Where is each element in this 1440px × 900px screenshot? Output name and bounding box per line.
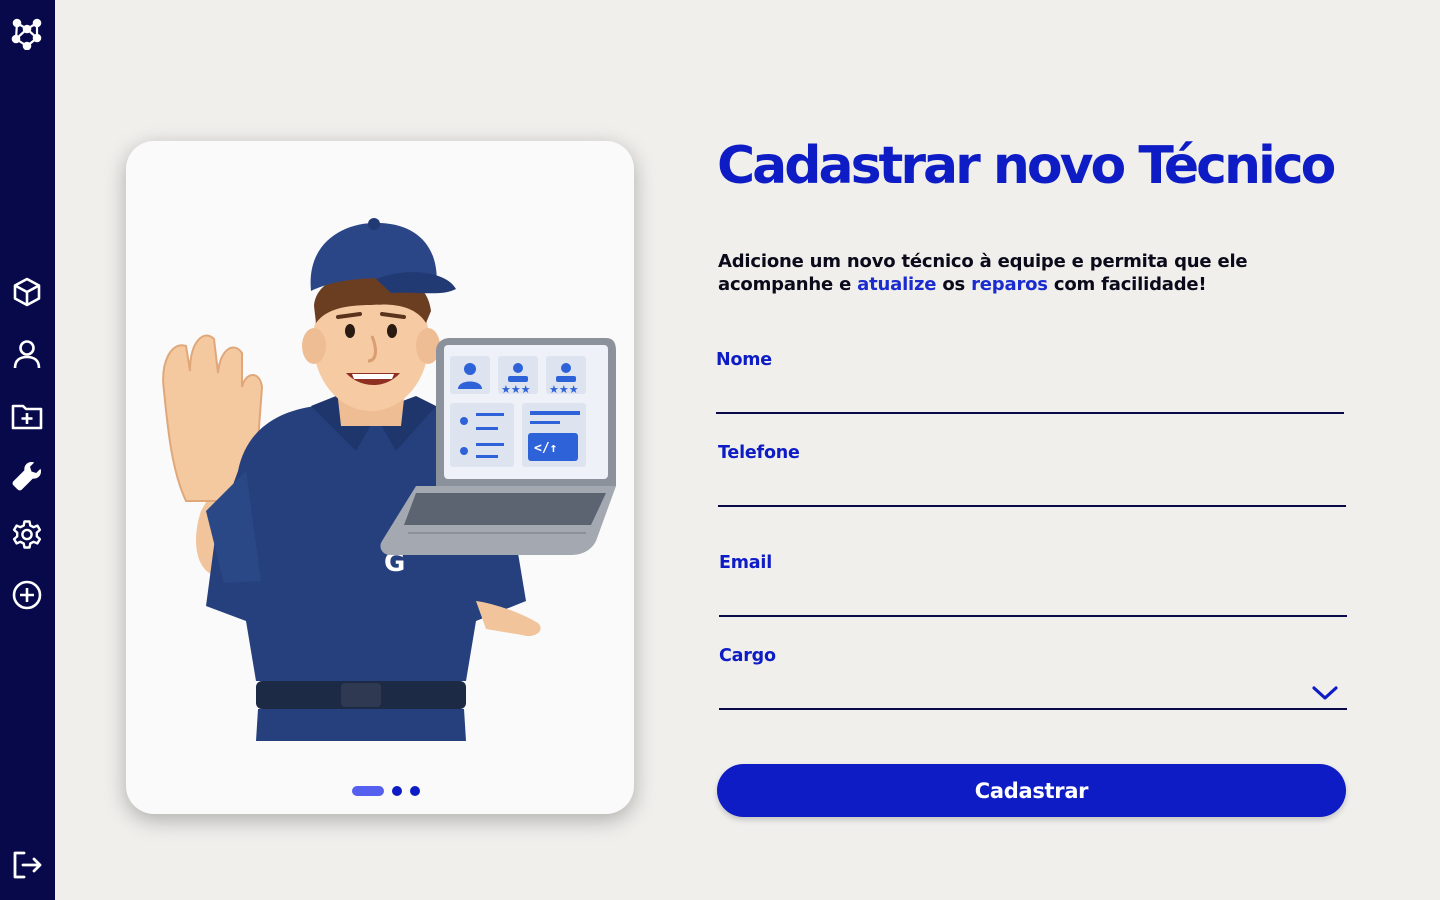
logout-icon[interactable] <box>8 846 46 884</box>
subtitle-highlight-reparos: reparos <box>971 274 1048 295</box>
nome-input[interactable] <box>716 378 1344 414</box>
sidebar <box>0 0 55 900</box>
email-label: Email <box>719 553 772 573</box>
svg-text:★★★: ★★★ <box>501 383 531 396</box>
subtitle-text: os <box>936 274 972 295</box>
carousel-dot-1[interactable] <box>352 786 384 796</box>
plus-circle-icon[interactable] <box>8 576 46 614</box>
telefone-label: Telefone <box>718 443 800 463</box>
email-input[interactable] <box>719 581 1347 617</box>
carousel-dot-3[interactable] <box>410 786 420 796</box>
subtitle-highlight-atualize: atualize <box>857 274 937 295</box>
carousel-indicator <box>352 786 420 796</box>
carousel-dot-2[interactable] <box>392 786 402 796</box>
page-subtitle: Adicione um novo técnico à equipe e perm… <box>718 250 1278 296</box>
svg-text:</↑: </↑ <box>534 441 557 456</box>
cargo-label: Cargo <box>719 646 776 666</box>
user-icon[interactable] <box>8 335 46 373</box>
subtitle-text: com facilidade! <box>1047 274 1207 295</box>
telefone-input[interactable] <box>718 471 1346 507</box>
page-title: Cadastrar novo Técnico <box>717 136 1336 196</box>
gear-icon[interactable] <box>8 516 46 554</box>
box-icon[interactable] <box>8 273 46 311</box>
cargo-select[interactable] <box>719 674 1347 710</box>
svg-text:★★★: ★★★ <box>549 383 579 396</box>
wrench-icon[interactable] <box>8 457 46 495</box>
cargo-select-value[interactable] <box>719 674 1347 710</box>
hero-card: G ★★★ ★★★ </↑ <box>126 141 634 814</box>
folder-add-icon[interactable] <box>8 397 46 435</box>
nome-label: Nome <box>716 350 772 370</box>
network-logo-icon[interactable] <box>8 14 46 52</box>
technician-illustration: G ★★★ ★★★ </↑ <box>162 218 616 741</box>
cadastrar-button[interactable]: Cadastrar <box>717 764 1346 817</box>
